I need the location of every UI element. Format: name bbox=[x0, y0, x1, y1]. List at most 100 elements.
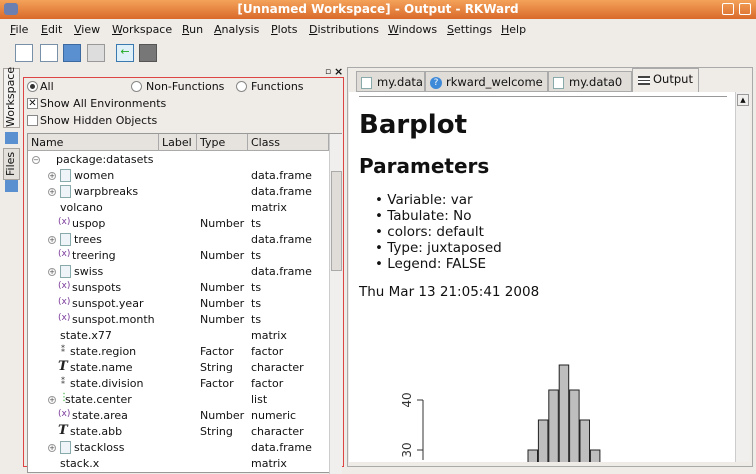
expand-icon[interactable]: + bbox=[48, 236, 56, 244]
menu-distributions[interactable]: Distributions bbox=[309, 23, 379, 36]
object-class: data.frame bbox=[251, 169, 312, 182]
object-tree: Name Label Type Class − package:datasets … bbox=[27, 133, 342, 474]
object-name: uspop bbox=[72, 217, 106, 230]
expand-icon[interactable]: + bbox=[48, 444, 56, 452]
radio-functions[interactable] bbox=[236, 81, 247, 92]
object-name: warpbreaks bbox=[74, 185, 139, 198]
expand-icon[interactable]: + bbox=[48, 188, 56, 196]
object-class: ts bbox=[251, 217, 262, 230]
tree-row[interactable]: + trees data.frame bbox=[28, 232, 328, 248]
tree-row[interactable]: (x) uspop Number ts bbox=[28, 216, 328, 232]
open-recent-icon[interactable] bbox=[87, 44, 105, 62]
tree-row[interactable]: Tstate.name String character bbox=[28, 359, 328, 376]
tree-row[interactable]: (x) sunspot.month Number ts bbox=[28, 312, 328, 328]
open-folder-icon[interactable] bbox=[63, 44, 81, 62]
object-type: String bbox=[200, 425, 233, 438]
object-class: matrix bbox=[251, 201, 287, 214]
root-label: package:datasets bbox=[56, 153, 154, 166]
new-data-frame-icon[interactable] bbox=[15, 44, 33, 62]
object-type: Number bbox=[200, 409, 245, 422]
menu-settings[interactable]: Settings bbox=[447, 23, 492, 36]
tree-row[interactable]: (x) treering Number ts bbox=[28, 248, 328, 264]
help-icon: ? bbox=[430, 77, 442, 89]
tree-row[interactable]: + warpbreaks data.frame bbox=[28, 184, 328, 200]
tab-workspace[interactable]: Workspace bbox=[3, 67, 20, 128]
object-class: factor bbox=[251, 377, 284, 390]
factor-icon: ⁑ bbox=[61, 377, 65, 386]
column-class[interactable]: Class bbox=[248, 134, 329, 151]
object-name: women bbox=[74, 169, 115, 182]
tree-row[interactable]: (x) state.area Number numeric bbox=[28, 408, 328, 424]
column-label[interactable]: Label bbox=[159, 134, 197, 151]
object-type: Number bbox=[200, 297, 245, 310]
data-icon bbox=[553, 77, 564, 89]
tree-row[interactable]: + ⋮ state.center list bbox=[28, 392, 328, 408]
radio-all[interactable] bbox=[27, 81, 38, 92]
bar bbox=[579, 419, 590, 462]
column-name[interactable]: Name bbox=[28, 134, 159, 151]
stop-icon[interactable] bbox=[139, 44, 157, 62]
show-hidden-checkbox[interactable] bbox=[27, 115, 38, 126]
number-icon: (x) bbox=[58, 249, 71, 259]
expand-icon[interactable]: + bbox=[48, 172, 56, 180]
menu-analysis[interactable]: Analysis bbox=[214, 23, 259, 36]
tree-row[interactable]: + swiss data.frame bbox=[28, 264, 328, 280]
tree-row[interactable]: ⁑ state.region Factor factor bbox=[28, 344, 328, 360]
barplot: 30 40 bbox=[400, 364, 601, 462]
menu-view[interactable]: View bbox=[74, 23, 100, 36]
object-name: state.center bbox=[65, 393, 132, 406]
object-name: sunspots bbox=[72, 281, 122, 294]
close-button[interactable] bbox=[739, 3, 751, 15]
menu-run[interactable]: Run bbox=[182, 23, 203, 36]
object-class: data.frame bbox=[251, 441, 312, 454]
show-all-env-checkbox[interactable]: ✕ bbox=[27, 98, 38, 109]
tab-rkward-welcome[interactable]: rkward_welcome bbox=[425, 71, 548, 92]
tab-files[interactable]: Files bbox=[3, 148, 20, 180]
bar bbox=[589, 449, 601, 462]
menu-help[interactable]: Help bbox=[501, 23, 526, 36]
output-scrollbar[interactable]: ▲ bbox=[735, 92, 750, 462]
tree-row[interactable]: (x) sunspot.year Number ts bbox=[28, 296, 328, 312]
expand-icon[interactable]: + bbox=[48, 268, 56, 276]
tree-row[interactable]: state.x77 matrix bbox=[28, 328, 328, 344]
output-icon bbox=[638, 76, 650, 85]
menu-plots[interactable]: Plots bbox=[271, 23, 297, 36]
tree-row[interactable]: Tstate.abb String character bbox=[28, 423, 328, 440]
object-name: state.division bbox=[70, 377, 144, 390]
tree-row[interactable]: stack.x matrix bbox=[28, 456, 328, 472]
tree-row[interactable]: (x) sunspots Number ts bbox=[28, 280, 328, 296]
object-class: matrix bbox=[251, 457, 287, 470]
float-icon[interactable]: ▫ bbox=[325, 67, 331, 77]
bar bbox=[558, 364, 570, 462]
new-script-icon[interactable] bbox=[40, 44, 58, 62]
radio-functions-label: Functions bbox=[251, 80, 304, 93]
tree-row[interactable]: + stackloss data.frame bbox=[28, 440, 328, 456]
object-name: state.area bbox=[72, 409, 128, 422]
bar bbox=[527, 449, 538, 462]
object-type: Number bbox=[200, 249, 245, 262]
tree-root[interactable]: − package:datasets bbox=[28, 152, 328, 168]
object-type: String bbox=[200, 361, 233, 374]
radio-non-functions[interactable] bbox=[131, 81, 142, 92]
column-type[interactable]: Type bbox=[197, 134, 248, 151]
tree-row[interactable]: + women data.frame bbox=[28, 168, 328, 184]
import-icon[interactable]: ← bbox=[116, 44, 134, 62]
tree-scrollbar[interactable] bbox=[329, 134, 342, 474]
object-type: Number bbox=[200, 217, 245, 230]
scroll-up-icon[interactable]: ▲ bbox=[737, 94, 749, 106]
object-type: Number bbox=[200, 281, 245, 294]
object-class: factor bbox=[251, 345, 284, 358]
expand-icon[interactable]: + bbox=[48, 396, 56, 404]
tree-row[interactable]: volcano matrix bbox=[28, 200, 328, 216]
menu-workspace[interactable]: Workspace bbox=[112, 23, 172, 36]
object-name: treering bbox=[72, 249, 116, 262]
show-hidden-label: Show Hidden Objects bbox=[40, 114, 158, 127]
tree-row[interactable]: ⁑ state.division Factor factor bbox=[28, 376, 328, 392]
menu-file[interactable]: File bbox=[10, 23, 28, 36]
maximize-button[interactable] bbox=[722, 3, 734, 15]
menu-windows[interactable]: Windows bbox=[388, 23, 437, 36]
workspace-panel: All Non-Functions Functions ✕ Show All E… bbox=[23, 77, 344, 474]
data-icon bbox=[361, 77, 372, 89]
object-type: Factor bbox=[200, 377, 234, 390]
menu-edit[interactable]: Edit bbox=[41, 23, 62, 36]
